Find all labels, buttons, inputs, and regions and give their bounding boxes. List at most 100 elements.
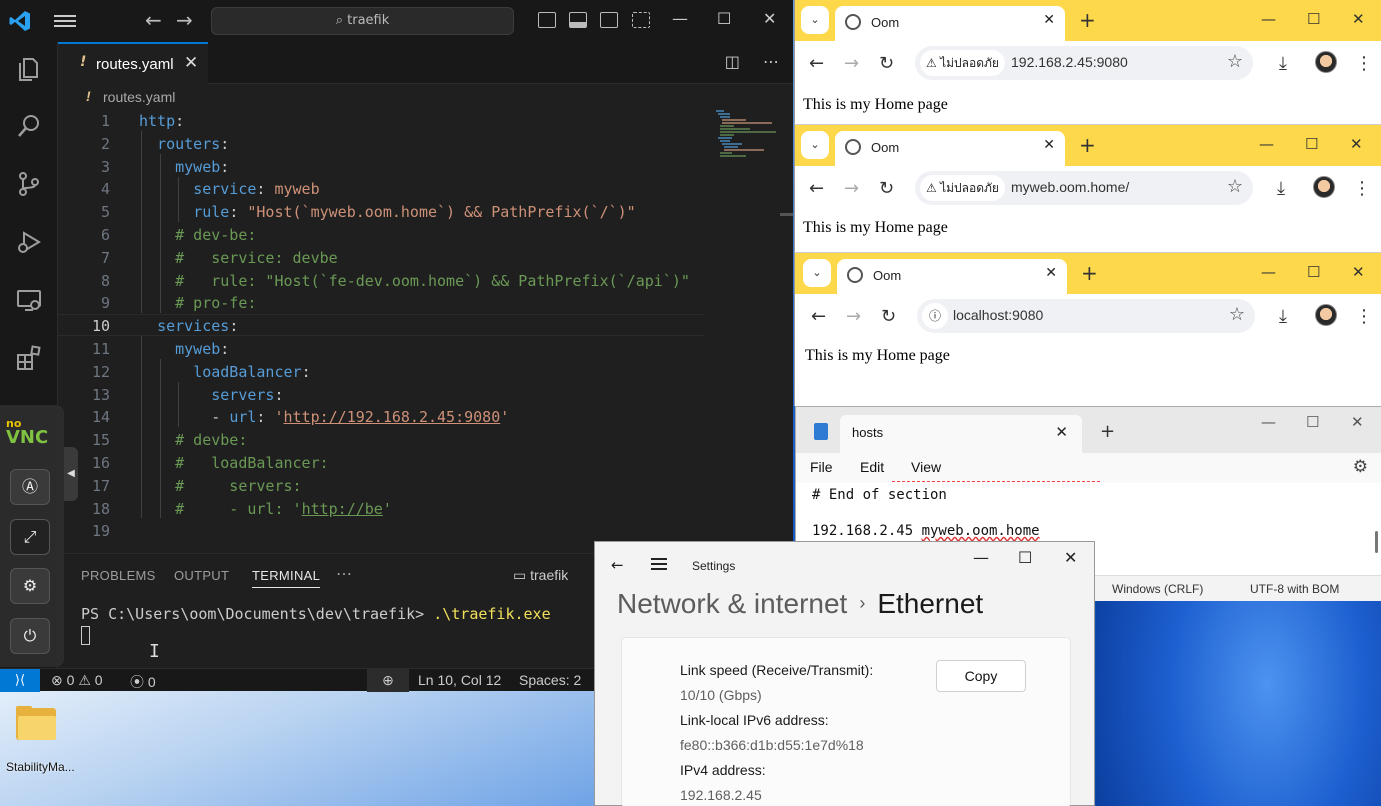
indentation[interactable]: Spaces: 2 (519, 672, 581, 688)
tab-output[interactable]: OUTPUT (174, 568, 229, 583)
yaml-url-link[interactable]: http://192.168.2.45:9080 (284, 408, 501, 426)
back-arrow-icon[interactable]: ← (145, 8, 162, 32)
tab-close-icon[interactable]: ✕ (184, 53, 198, 73)
search-sidebar-icon[interactable] (15, 112, 43, 140)
tab-search-icon[interactable]: ⌄ (803, 259, 831, 287)
close-tab-icon[interactable]: ✕ (1043, 12, 1055, 28)
menu-view[interactable]: View (911, 459, 941, 475)
zoom-icon[interactable]: ⊕ (367, 669, 409, 692)
scrollbar-marker[interactable] (780, 213, 793, 216)
maximize-icon[interactable]: ☐ (1305, 135, 1318, 153)
tab-problems[interactable]: PROBLEMS (81, 568, 156, 583)
close-icon[interactable]: ✕ (763, 9, 776, 28)
minimap[interactable] (712, 108, 782, 548)
remote-indicator-icon[interactable]: ⟩⟨ (0, 669, 40, 692)
tab-search-icon[interactable]: ⌄ (801, 6, 829, 34)
cursor-position[interactable]: Ln 10, Col 12 (418, 672, 501, 688)
chrome-menu-icon[interactable]: ⋮ (1355, 306, 1373, 327)
reload-icon[interactable]: ↻ (879, 53, 894, 74)
explorer-icon[interactable] (15, 54, 43, 82)
terminal-output[interactable]: PS C:\Users\oom\Documents\dev\traefik> .… (81, 605, 551, 623)
close-icon[interactable]: ✕ (1350, 135, 1363, 153)
download-icon[interactable]: ⤓ (1279, 53, 1287, 74)
address-bar[interactable]: ⚠ ไม่ปลอดภัย 192.168.2.45:9080 ☆ (915, 46, 1253, 80)
back-icon[interactable]: ← (809, 53, 824, 74)
extensions-icon[interactable] (15, 344, 43, 372)
copy-button[interactable]: Copy (936, 660, 1026, 692)
new-tab-icon[interactable]: + (1079, 133, 1096, 157)
close-icon[interactable]: ✕ (1351, 413, 1364, 431)
collapse-handle-icon[interactable]: ◀ (64, 447, 78, 501)
maximize-icon[interactable]: ☐ (717, 9, 731, 28)
address-bar[interactable]: ⚠ ไม่ปลอดภัย myweb.oom.home/ ☆ (915, 171, 1253, 205)
menu-file[interactable]: File (810, 459, 833, 475)
yaml-comment-link[interactable]: http://be (302, 500, 383, 518)
scrollbar-thumb[interactable] (1375, 531, 1378, 553)
maximize-icon[interactable]: ☐ (1306, 413, 1319, 431)
chrome-tab[interactable]: Oom ✕ (837, 259, 1067, 294)
terminal-instance[interactable]: ▭ traefik (513, 567, 568, 584)
new-tab-icon[interactable]: + (1079, 8, 1096, 32)
bookmark-star-icon[interactable]: ☆ (1227, 176, 1243, 197)
toggle-primary-sidebar-icon[interactable] (538, 12, 556, 28)
close-tab-icon[interactable]: ✕ (1055, 423, 1068, 441)
command-center-search[interactable]: ⌕ traefik (211, 7, 514, 35)
minimize-icon[interactable]: — (1261, 10, 1276, 28)
close-icon[interactable]: ✕ (1352, 10, 1365, 28)
chrome-menu-icon[interactable]: ⋮ (1353, 178, 1371, 199)
power-icon[interactable]: ⏻ (10, 618, 50, 654)
toggle-secondary-sidebar-icon[interactable] (600, 12, 618, 28)
forward-icon[interactable]: → (844, 53, 859, 74)
fullscreen-icon[interactable]: ⤢ (10, 519, 50, 555)
chrome-tab[interactable]: Oom ✕ (835, 6, 1065, 41)
minimize-icon[interactable]: — (1261, 263, 1276, 281)
profile-avatar[interactable] (1315, 304, 1337, 326)
minimize-icon[interactable]: — (672, 9, 688, 28)
not-secure-badge[interactable]: ⚠ ไม่ปลอดภัย (920, 175, 1005, 201)
split-editor-icon[interactable]: ◫ (725, 52, 740, 71)
address-bar[interactable]: ⓘ localhost:9080 ☆ (917, 299, 1255, 333)
close-icon[interactable]: ✕ (1064, 548, 1077, 567)
not-secure-badge[interactable]: ⚠ ไม่ปลอดภัย (920, 50, 1005, 76)
back-arrow-icon[interactable]: ← (611, 556, 624, 574)
forward-icon[interactable]: → (844, 178, 859, 199)
customize-layout-icon[interactable] (632, 12, 650, 28)
code-editor[interactable]: 1 http: 2 routers: 3 myweb: 4 service: my… (58, 108, 793, 548)
reload-icon[interactable]: ↻ (879, 178, 894, 199)
close-tab-icon[interactable]: ✕ (1045, 265, 1057, 281)
forward-icon[interactable]: → (846, 306, 861, 327)
bookmark-star-icon[interactable]: ☆ (1227, 51, 1243, 72)
new-tab-icon[interactable]: + (1100, 421, 1115, 442)
hamburger-menu-icon[interactable] (651, 558, 667, 570)
menu-edit[interactable]: Edit (860, 459, 884, 475)
chrome-menu-icon[interactable]: ⋮ (1355, 53, 1373, 74)
profile-avatar[interactable] (1315, 51, 1337, 73)
breadcrumb-parent[interactable]: Network & internet (617, 588, 847, 619)
maximize-icon[interactable]: ☐ (1307, 10, 1320, 28)
problems-status[interactable]: ⊗ 0 ⚠ 0 (51, 672, 103, 689)
ports-status[interactable]: ⦿ 0 (130, 672, 156, 692)
tab-terminal[interactable]: TERMINAL (252, 568, 321, 588)
minimize-icon[interactable]: — (1259, 135, 1274, 153)
settings-gear-icon[interactable]: ⚙ (1353, 457, 1368, 477)
tab-routes-yaml[interactable]: ! routes.yaml ✕ (58, 42, 208, 84)
back-icon[interactable]: ← (809, 178, 824, 199)
minimize-icon[interactable]: — (973, 548, 989, 567)
hamburger-menu-icon[interactable] (54, 12, 76, 30)
minimize-icon[interactable]: — (1261, 413, 1276, 431)
run-debug-icon[interactable] (15, 228, 43, 256)
maximize-icon[interactable]: ☐ (1018, 548, 1032, 567)
more-actions-icon[interactable]: ⋯ (763, 52, 779, 71)
toggle-panel-icon[interactable] (569, 12, 587, 28)
source-control-icon[interactable] (15, 170, 43, 198)
forward-arrow-icon[interactable]: → (176, 8, 193, 32)
profile-avatar[interactable] (1313, 176, 1335, 198)
desktop-folder-icon[interactable]: StabilityMa... (6, 706, 75, 774)
tab-search-icon[interactable]: ⌄ (801, 131, 829, 159)
reload-icon[interactable]: ↻ (881, 306, 896, 327)
panel-more-icon[interactable]: ⋯ (336, 564, 352, 584)
maximize-icon[interactable]: ☐ (1307, 263, 1320, 281)
close-tab-icon[interactable]: ✕ (1043, 137, 1055, 153)
close-icon[interactable]: ✕ (1352, 263, 1365, 281)
keyboard-icon[interactable]: Ⓐ (10, 469, 50, 505)
